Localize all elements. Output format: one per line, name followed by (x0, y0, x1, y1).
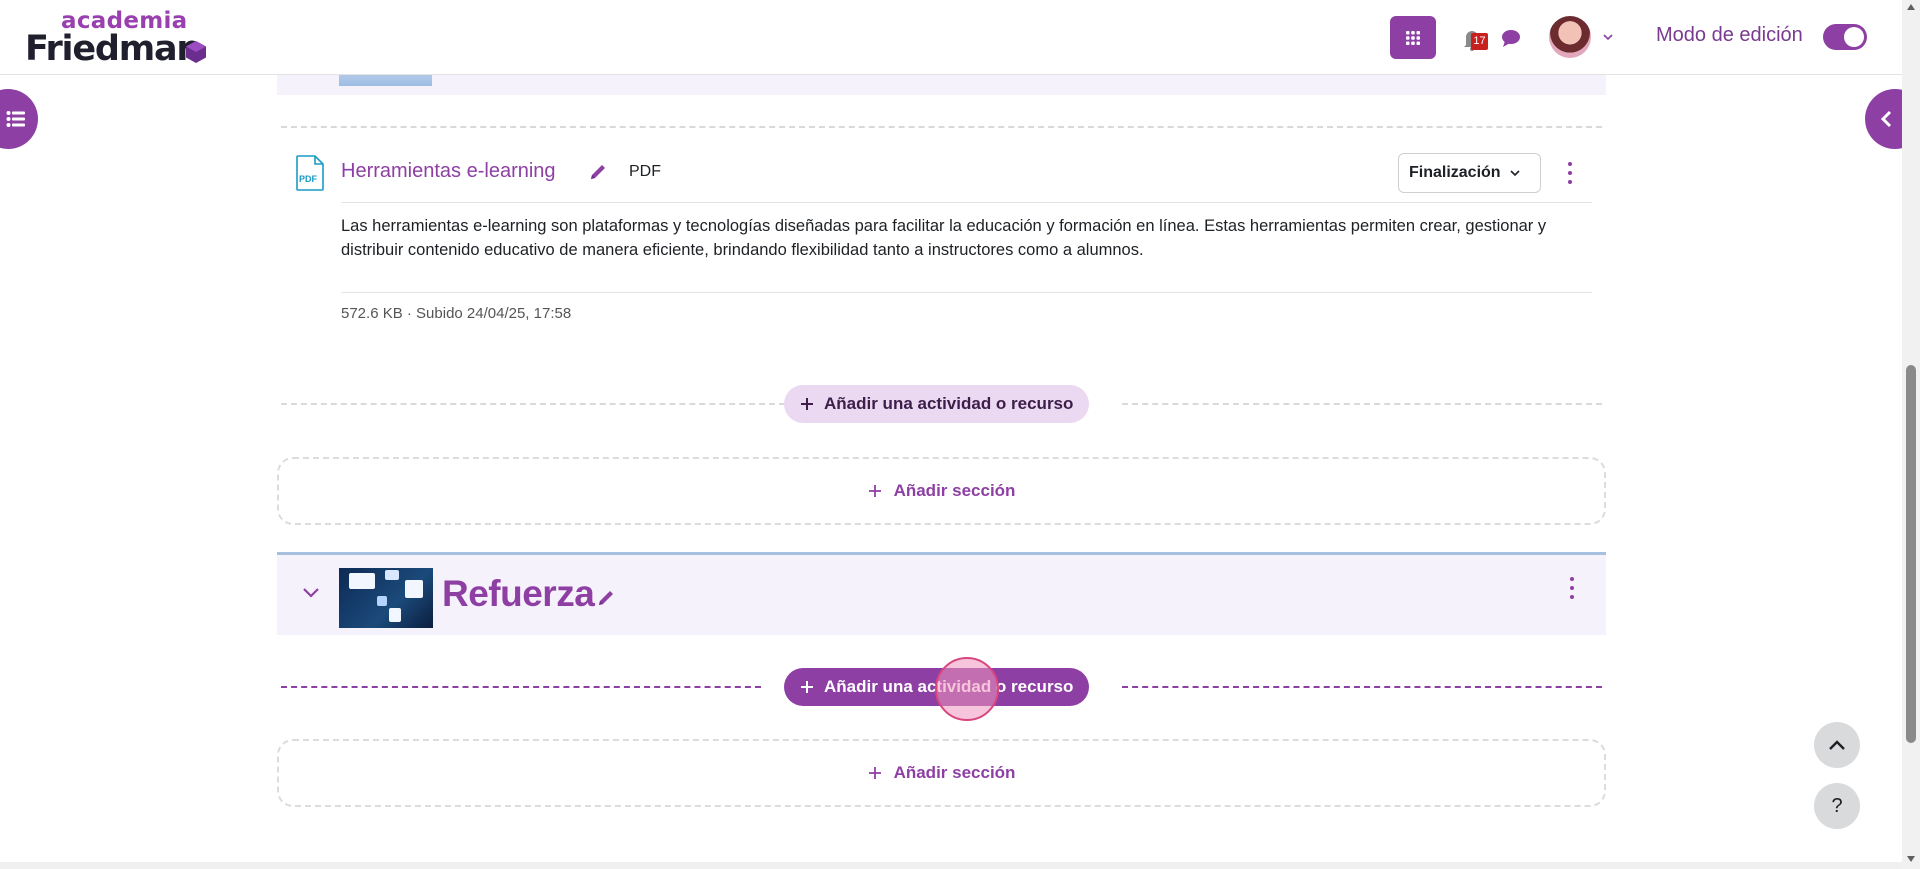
back-to-top-button[interactable] (1814, 722, 1860, 768)
activity-type-label: PDF (629, 163, 661, 180)
plus-icon (868, 485, 881, 497)
chevron-up-icon (1829, 740, 1845, 750)
svg-text:PDF: PDF (299, 174, 318, 184)
add-activity-button[interactable]: Añadir una actividad o recurso (784, 385, 1090, 423)
add-activity-label: Añadir una actividad o recurso (824, 394, 1074, 413)
page-scrollbar[interactable] (1902, 0, 1920, 869)
notification-count-badge: 17 (1471, 33, 1488, 50)
logo-text-bottom: Friedman (25, 29, 201, 69)
divider (1122, 403, 1602, 405)
edit-pencil-icon[interactable] (588, 162, 608, 182)
activity-description: Las herramientas e-learning son platafor… (341, 217, 1547, 259)
help-label: ? (1831, 794, 1843, 817)
collapse-chevron-icon[interactable] (301, 582, 321, 602)
edit-mode-label: Modo de edición (1656, 24, 1803, 46)
course-index-drawer-button[interactable] (0, 89, 38, 149)
activity-title-link[interactable]: Herramientas e-learning (341, 160, 556, 183)
divider (341, 292, 1592, 293)
help-button[interactable]: ? (1814, 783, 1860, 829)
edit-mode-toggle[interactable] (1823, 24, 1867, 50)
activity-actions-menu-icon[interactable] (1566, 162, 1574, 184)
file-details: 572.6 KB · Subido 24/04/25, 17:58 (341, 305, 572, 322)
chat-bubble-icon[interactable] (1500, 28, 1522, 48)
divider (281, 126, 1602, 128)
course-index-icon (6, 111, 25, 127)
plus-icon (801, 681, 813, 693)
add-section-button[interactable]: Añadir sección (277, 457, 1606, 525)
section-actions-menu-icon[interactable] (1568, 577, 1576, 599)
completion-label: Finalización (1409, 164, 1501, 181)
grid-icon (1406, 30, 1420, 45)
top-navbar: academia Friedman 17 Modo de edición (0, 0, 1902, 75)
section-title: Refuerza (442, 573, 595, 614)
scrollbar-thumb[interactable] (1906, 365, 1916, 743)
divider (1122, 686, 1602, 688)
completion-dropdown-button[interactable]: Finalización (1398, 153, 1541, 193)
user-avatar[interactable] (1549, 16, 1591, 58)
edit-pencil-icon[interactable] (596, 588, 616, 608)
add-section-button[interactable]: Añadir sección (277, 739, 1606, 807)
click-indicator (935, 657, 999, 721)
chevron-down-icon[interactable] (1601, 30, 1615, 44)
add-section-label: Añadir sección (893, 481, 1016, 500)
section-thumbnail (339, 568, 433, 628)
divider (341, 202, 1592, 203)
scroll-down-arrow-icon[interactable] (1907, 856, 1915, 862)
divider (281, 403, 785, 405)
logo-hexagon-icon (186, 41, 206, 63)
section-header: Refuerza (277, 552, 1606, 635)
add-section-label: Añadir sección (893, 763, 1016, 782)
chevron-left-icon (1880, 110, 1892, 128)
chevron-down-icon (1510, 170, 1520, 177)
divider (281, 686, 761, 688)
pdf-file-icon: PDF (296, 155, 324, 191)
toggle-knob (1844, 27, 1864, 47)
plus-icon (801, 398, 813, 410)
site-logo[interactable]: academia Friedman (25, 8, 215, 69)
plus-icon (868, 767, 881, 779)
page-bottom-edge (0, 862, 1902, 869)
apps-menu-button[interactable] (1390, 16, 1436, 59)
scroll-up-arrow-icon[interactable] (1907, 4, 1915, 10)
